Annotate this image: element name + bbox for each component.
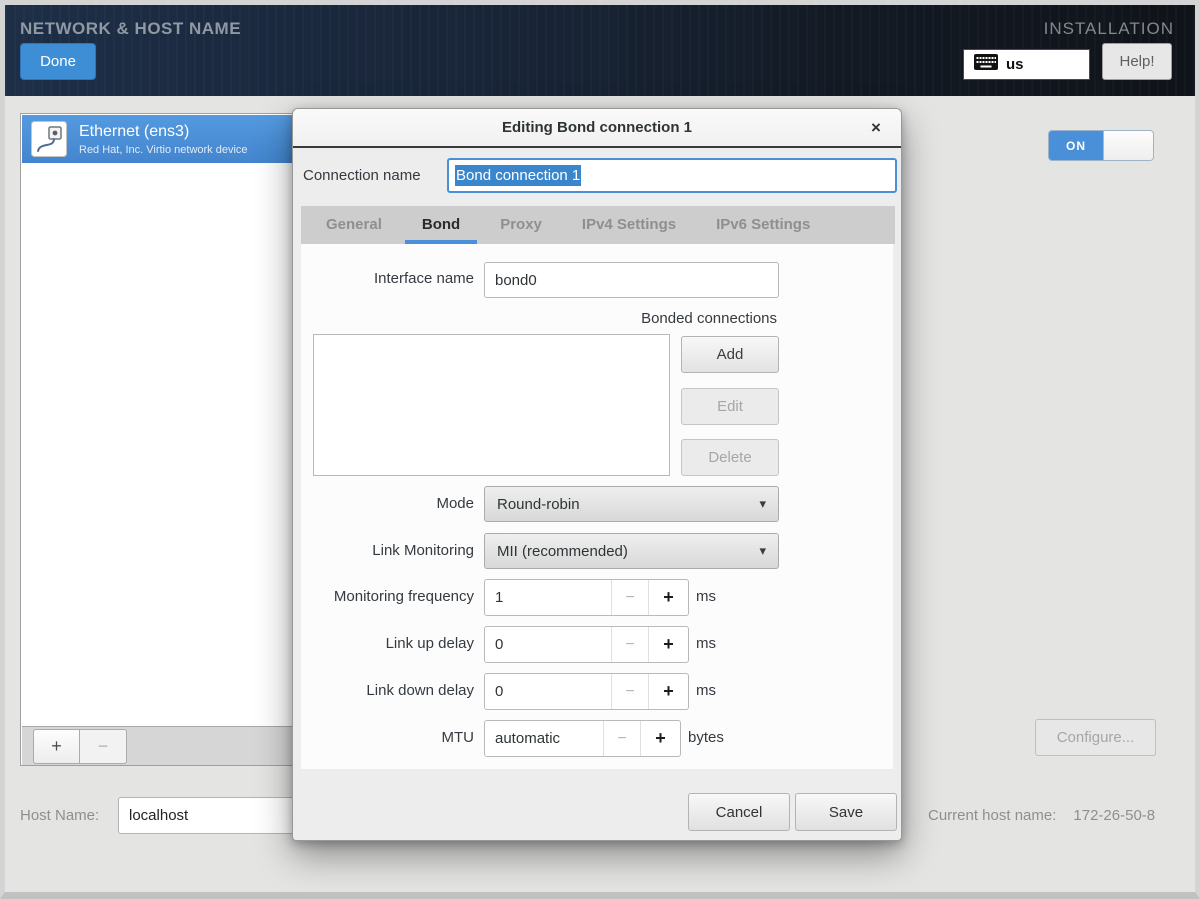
tab-proxy[interactable]: Proxy — [480, 206, 562, 244]
interface-name-input[interactable]: bond0 — [484, 262, 779, 298]
dialog-title: Editing Bond connection 1 — [502, 119, 692, 136]
tab-bond[interactable]: Bond — [402, 206, 480, 244]
link-down-delay-unit: ms — [696, 682, 716, 699]
keyboard-layout-value: us — [1006, 56, 1024, 73]
toggle-knob — [1103, 131, 1153, 160]
decrement-button[interactable]: − — [611, 674, 648, 709]
monitoring-frequency-unit: ms — [696, 588, 716, 605]
link-up-delay-spinner[interactable]: 0 − + — [484, 626, 689, 663]
mtu-unit: bytes — [688, 729, 724, 746]
save-button[interactable]: Save — [795, 793, 897, 831]
keyboard-layout-indicator[interactable]: us — [963, 49, 1090, 80]
network-host-name-screen: NETWORK & HOST NAME Done INSTALLATION us… — [0, 0, 1200, 899]
mode-label: Mode — [436, 495, 474, 512]
link-down-delay-spinner[interactable]: 0 − + — [484, 673, 689, 710]
plus-icon: + — [51, 736, 62, 757]
connection-name-input[interactable]: Bond connection 1 — [447, 158, 897, 193]
keyboard-icon — [974, 54, 998, 75]
installation-label: INSTALLATION — [1044, 19, 1174, 39]
configure-button[interactable]: Configure... — [1035, 719, 1156, 756]
link-down-delay-value: 0 — [485, 674, 611, 709]
current-host-name-label: Current host name: — [928, 807, 1056, 824]
connection-name-label: Connection name — [303, 167, 421, 184]
increment-button[interactable]: + — [648, 580, 688, 615]
header-bar: NETWORK & HOST NAME Done INSTALLATION us… — [5, 5, 1195, 96]
interface-name-label: Interface name — [374, 270, 474, 287]
link-monitoring-value: MII (recommended) — [497, 543, 628, 560]
close-icon[interactable]: × — [865, 117, 887, 139]
link-down-delay-label: Link down delay — [366, 682, 474, 699]
mode-value: Round-robin — [497, 496, 580, 513]
help-button[interactable]: Help! — [1102, 43, 1172, 80]
bonded-connections-label: Bonded connections — [641, 310, 777, 327]
link-monitoring-dropdown[interactable]: MII (recommended) ▾ — [484, 533, 779, 569]
chevron-down-icon: ▾ — [759, 543, 766, 559]
device-description: Red Hat, Inc. Virtio network device — [79, 144, 248, 156]
link-up-delay-unit: ms — [696, 635, 716, 652]
link-up-delay-label: Link up delay — [386, 635, 474, 652]
edit-bond-dialog: Editing Bond connection 1 × Connection n… — [292, 108, 902, 841]
increment-button[interactable]: + — [648, 627, 688, 662]
dialog-tabbar: General Bond Proxy IPv4 Settings IPv6 Se… — [301, 206, 895, 244]
increment-button[interactable]: + — [640, 721, 680, 756]
tab-ipv6-settings[interactable]: IPv6 Settings — [696, 206, 830, 244]
mode-dropdown[interactable]: Round-robin ▾ — [484, 486, 779, 522]
host-name-value: localhost — [129, 807, 188, 824]
host-name-label: Host Name: — [20, 807, 99, 824]
connection-name-value: Bond connection 1 — [455, 165, 581, 186]
delete-bonded-connection-button[interactable]: Delete — [681, 439, 779, 476]
bonded-connections-list[interactable] — [313, 334, 670, 476]
minus-icon: − — [98, 736, 109, 757]
link-up-delay-value: 0 — [485, 627, 611, 662]
page-title: NETWORK & HOST NAME — [20, 19, 241, 39]
edit-bonded-connection-button[interactable]: Edit — [681, 388, 779, 425]
add-device-button[interactable]: + — [33, 729, 80, 764]
mtu-spinner[interactable]: automatic − + — [484, 720, 681, 757]
dialog-titlebar: Editing Bond connection 1 × — [293, 109, 901, 148]
mtu-value: automatic — [485, 721, 603, 756]
current-host-name-value: 172-26-50-8 — [1073, 807, 1155, 824]
decrement-button[interactable]: − — [603, 721, 640, 756]
monitoring-frequency-label: Monitoring frequency — [334, 588, 474, 605]
increment-button[interactable]: + — [648, 674, 688, 709]
add-bonded-connection-button[interactable]: Add — [681, 336, 779, 373]
device-name: Ethernet (ens3) — [79, 123, 248, 141]
tab-ipv4-settings[interactable]: IPv4 Settings — [562, 206, 696, 244]
decrement-button[interactable]: − — [611, 580, 648, 615]
tab-general[interactable]: General — [306, 206, 402, 244]
remove-device-button[interactable]: − — [80, 729, 127, 764]
link-monitoring-label: Link Monitoring — [372, 542, 474, 559]
ethernet-icon — [31, 121, 67, 157]
done-button[interactable]: Done — [20, 43, 96, 80]
decrement-button[interactable]: − — [611, 627, 648, 662]
interface-name-value: bond0 — [495, 272, 537, 289]
network-on-off-toggle[interactable]: ON — [1048, 130, 1154, 161]
toggle-on-label: ON — [1049, 131, 1103, 160]
monitoring-frequency-spinner[interactable]: 1 − + — [484, 579, 689, 616]
cancel-button[interactable]: Cancel — [688, 793, 790, 831]
chevron-down-icon: ▾ — [759, 496, 766, 512]
mtu-label: MTU — [442, 729, 475, 746]
monitoring-frequency-value: 1 — [485, 580, 611, 615]
